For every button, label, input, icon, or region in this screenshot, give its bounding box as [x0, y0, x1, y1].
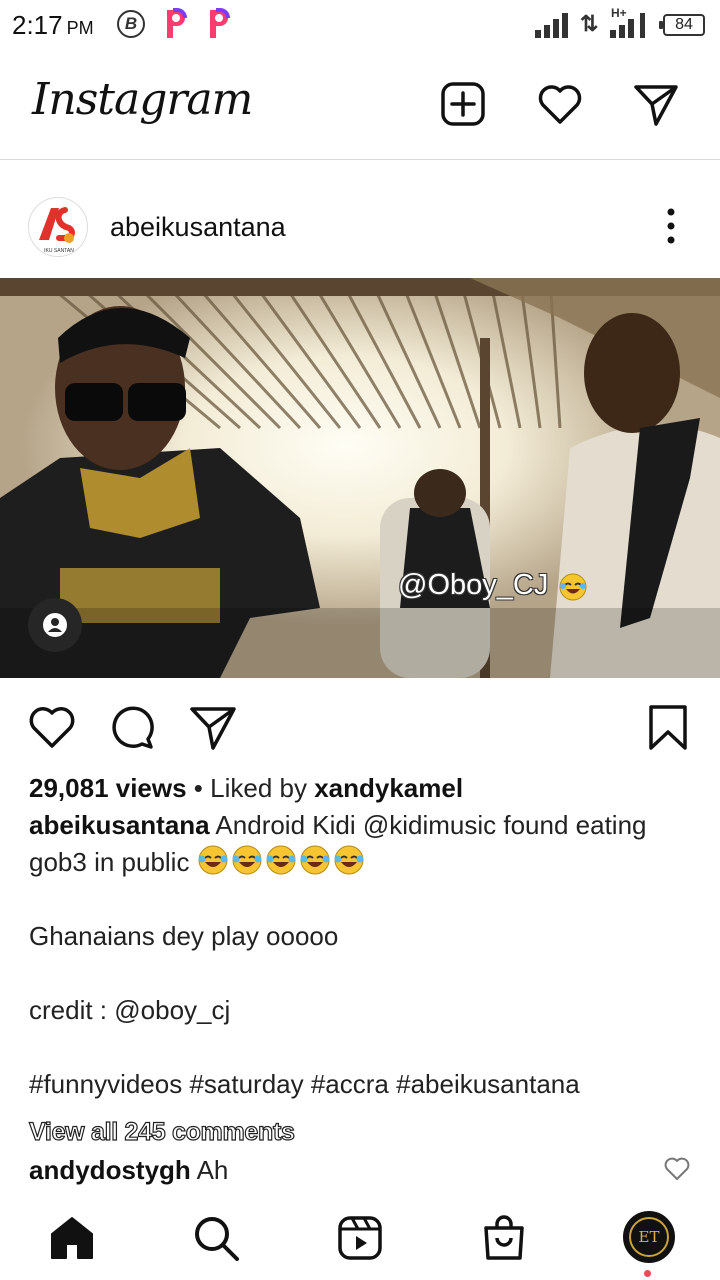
home-icon[interactable] — [48, 1214, 96, 1262]
post-header: IKU SANTAN abeikusantana — [0, 160, 720, 278]
liked-by-user[interactable]: xandykamel — [314, 773, 463, 803]
laughing-emojis-icon — [198, 845, 365, 875]
comment-username[interactable]: andydostygh — [29, 1155, 191, 1185]
comment-text: Ah — [190, 1155, 229, 1185]
comment-preview: andydostygh Ah — [29, 1155, 228, 1186]
post-actions — [0, 680, 720, 770]
caption-hashtags[interactable]: #funnyvideos #saturday #accra #abeikusan… — [29, 1066, 699, 1103]
user-tag-icon — [43, 613, 67, 637]
profile-avatar[interactable]: ET — [623, 1211, 675, 1263]
status-time: 2:17 PM — [12, 10, 94, 40]
b-app-icon: B — [117, 10, 145, 38]
app-header: Instagram — [0, 52, 720, 160]
comment-like-icon[interactable] — [664, 1156, 690, 1182]
share-icon[interactable] — [188, 702, 238, 752]
battery-icon: 84 — [659, 14, 705, 36]
caption-credit[interactable]: credit : @oboy_cj — [29, 992, 699, 1029]
p-app-icon — [167, 8, 187, 38]
profile-initials: ET — [629, 1217, 669, 1257]
tagged-users-button[interactable] — [28, 598, 82, 652]
direct-message-icon[interactable] — [632, 80, 680, 128]
view-all-comments-link[interactable]: View all 245 comments — [28, 1117, 295, 1147]
heart-icon[interactable] — [536, 80, 584, 128]
post-video[interactable]: @Oboy_CJ — [0, 278, 720, 678]
avatar-logo: IKU SANTAN — [39, 207, 75, 254]
video-overlay-handle: @Oboy_CJ — [398, 569, 549, 601]
instagram-logo[interactable]: Instagram — [32, 74, 253, 125]
status-bar: 2:17 PM B ⇅ H+ 84 — [0, 0, 720, 52]
views-line: 29,081 views • Liked by xandykamel — [29, 773, 464, 803]
search-icon[interactable] — [192, 1214, 240, 1262]
like-icon[interactable] — [27, 702, 77, 752]
signal-icon — [610, 13, 645, 38]
reels-icon[interactable] — [336, 1214, 384, 1262]
caption-username[interactable]: abeikusantana — [29, 810, 210, 840]
views-count[interactable]: 29,081 views — [29, 773, 187, 803]
p-app-icon — [210, 8, 230, 38]
data-arrows-icon: ⇅ — [580, 11, 599, 36]
video-frame — [0, 278, 720, 678]
post-username[interactable]: abeikusantana — [110, 212, 286, 243]
shop-icon[interactable] — [480, 1214, 528, 1262]
bottom-nav: ET — [0, 1200, 720, 1280]
more-options-icon[interactable] — [656, 206, 686, 246]
avatar-subtext: IKU SANTAN — [44, 248, 74, 254]
signal-icon — [535, 13, 568, 38]
post-avatar[interactable]: IKU SANTAN — [28, 197, 88, 257]
laughing-emoji-icon — [559, 573, 587, 601]
caption-line-2: Ghanaians dey play ooooo — [29, 921, 339, 951]
caption: abeikusantana Android Kidi @kidimusic fo… — [29, 807, 699, 881]
post-body: 29,081 views • Liked by xandykamel abeik… — [29, 770, 699, 1103]
comment-icon[interactable] — [106, 702, 156, 752]
save-icon[interactable] — [643, 702, 693, 752]
notification-dot — [644, 1270, 651, 1277]
new-post-icon[interactable] — [439, 80, 487, 128]
